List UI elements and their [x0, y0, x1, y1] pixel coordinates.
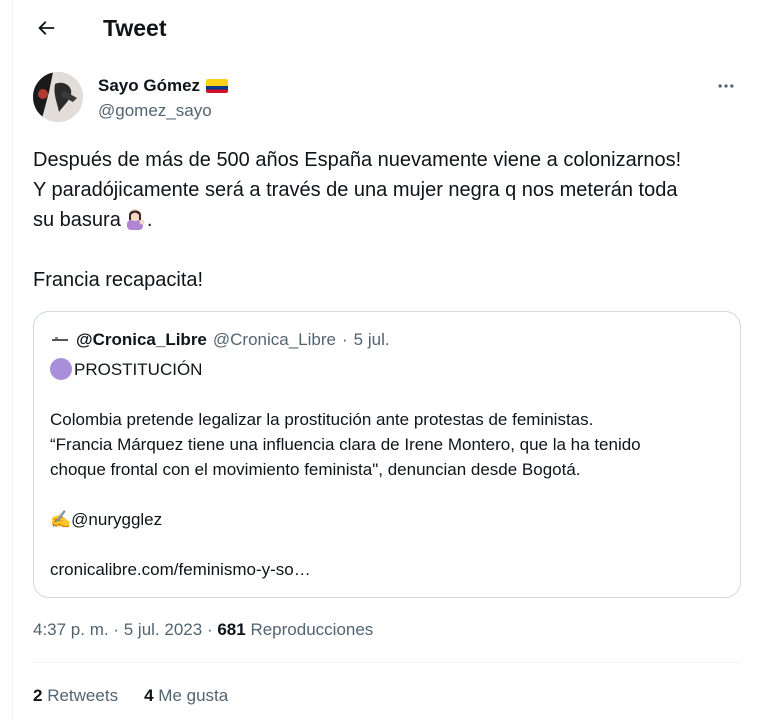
likes-label: Me gusta — [158, 686, 229, 705]
separator: · — [113, 620, 120, 639]
avatar-image — [33, 72, 83, 122]
author-name[interactable]: Sayo Gómez — [98, 75, 200, 97]
tweet-stats: 2 Retweets 4 Me gusta — [33, 684, 228, 708]
quoted-line: “Francia Márquez tiene una influencia cl… — [50, 435, 641, 454]
likes-count: 4 — [144, 686, 154, 705]
quoted-date: 5 jul. — [353, 330, 390, 349]
views-count: 681 — [217, 620, 246, 639]
colombia-flag-icon — [206, 79, 229, 93]
quoted-line: PROSTITUCIÓN — [50, 357, 730, 382]
quoted-author-name: @Cronica_Libre — [76, 330, 207, 349]
header: Tweet — [0, 0, 759, 56]
retweets-count: 2 — [33, 686, 43, 705]
tweet-author: Sayo Gómez @gomez_sayo — [33, 72, 734, 124]
tweet-line-text: . — [146, 209, 153, 231]
views-label: Reproducciones — [250, 620, 374, 639]
tweet-line-text: su basura — [33, 209, 121, 231]
quoted-mention: @nurygglez — [71, 510, 163, 529]
tweet-timestamp: 4:37 p. m. · 5 jul. 2023 · 681 Reproducc… — [33, 618, 373, 642]
back-button[interactable] — [32, 14, 60, 42]
arrow-left-icon — [38, 21, 55, 35]
quoted-author-handle: @Cronica_Libre — [212, 330, 336, 349]
quoted-line: choque frontal con el movimiento feminis… — [50, 460, 581, 479]
separator: · — [206, 620, 213, 639]
more-icon — [718, 84, 734, 88]
retweets-label: Retweets — [47, 686, 119, 705]
quoted-line: ✍️@nurygglez — [50, 507, 730, 532]
retweets-stat[interactable]: 2 Retweets — [33, 684, 118, 708]
likes-stat[interactable]: 4 Me gusta — [144, 684, 228, 708]
tweet-line: su basura . — [33, 205, 743, 235]
avatar[interactable] — [33, 72, 83, 122]
separator: · — [341, 330, 348, 349]
author-name-row: Sayo Gómez — [98, 75, 229, 97]
quoted-line: Colombia pretende legalizar la prostituc… — [50, 410, 594, 429]
divider — [33, 662, 741, 663]
tweet-line: Francia recapacita! — [33, 269, 204, 291]
woman-tipping-hand-emoji-icon — [126, 209, 145, 230]
tweet-line: Después de más de 500 años España nuevam… — [33, 149, 682, 171]
page-title: Tweet — [103, 15, 167, 41]
column-border — [12, 0, 13, 720]
tweet-date[interactable]: 5 jul. 2023 — [124, 620, 202, 639]
writing-hand-emoji-icon: ✍️ — [50, 510, 72, 529]
quoted-line-text: PROSTITUCIÓN — [74, 360, 203, 379]
author-handle[interactable]: @gomez_sayo — [98, 100, 212, 122]
quoted-tweet-body: PROSTITUCIÓN Colombia pretende legalizar… — [50, 357, 730, 582]
more-options-button[interactable] — [706, 72, 746, 100]
tweet-line: Y paradójicamente será a través de una m… — [33, 179, 678, 201]
purple-circle-emoji-icon — [50, 358, 72, 380]
tweet-time[interactable]: 4:37 p. m. — [33, 620, 109, 639]
quoted-avatar — [50, 330, 70, 350]
quoted-tweet-header: @Cronica_Libre @Cronica_Libre · 5 jul. — [50, 329, 390, 351]
tweet-text: Después de más de 500 años España nuevam… — [33, 145, 743, 295]
quoted-link: cronicalibre.com/feminismo-y-so… — [50, 560, 311, 579]
quoted-tweet[interactable]: @Cronica_Libre @Cronica_Libre · 5 jul. P… — [33, 311, 741, 598]
